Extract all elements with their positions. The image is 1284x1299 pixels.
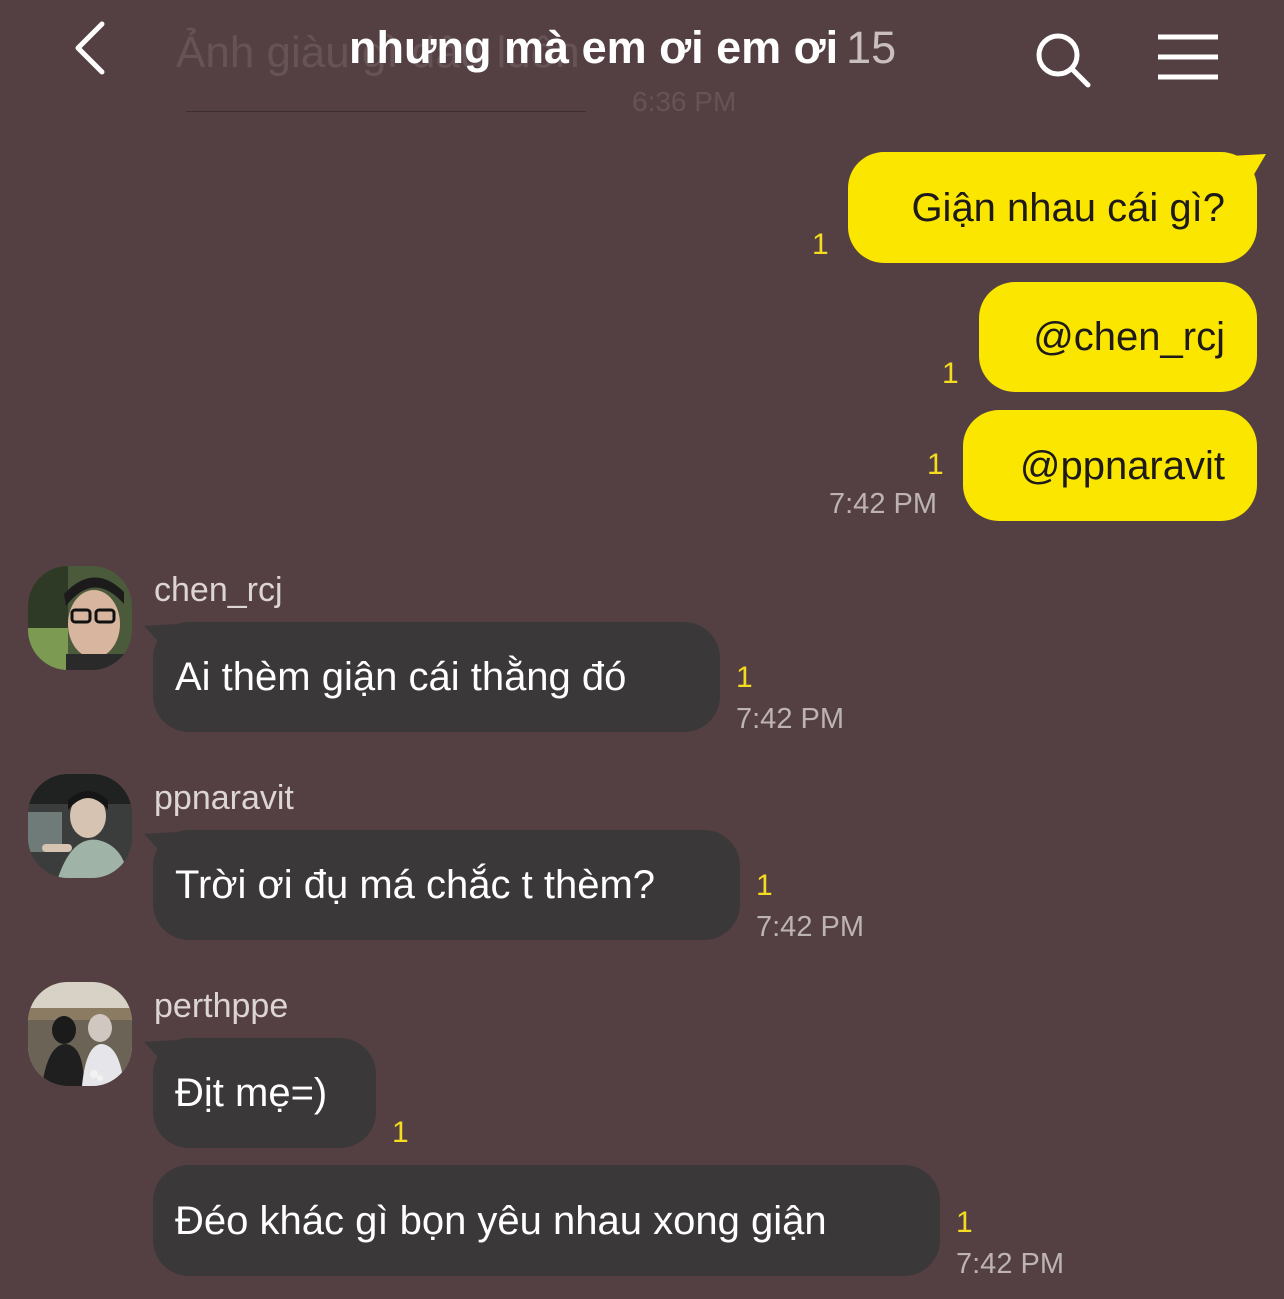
sender-name: chen_rcj bbox=[154, 571, 283, 609]
previous-message-time: 6:36 PM bbox=[632, 86, 737, 117]
message-text: Ai thèm giận cái thằng đó bbox=[175, 655, 627, 699]
unread-count: 1 bbox=[956, 1206, 973, 1239]
sender-name: perthppe bbox=[154, 987, 289, 1025]
chat-name: nhưng mà em ơi em ơi bbox=[349, 22, 839, 73]
my-message-bubble[interactable]: Giận nhau cái gì? bbox=[848, 152, 1257, 263]
message-time: 7:42 PM bbox=[829, 488, 937, 520]
message-time: 7:42 PM bbox=[956, 1248, 1064, 1280]
profile-photo-chen-rcj bbox=[28, 566, 132, 670]
unread-count: 1 bbox=[392, 1116, 409, 1149]
their-message-bubble[interactable]: Trời ơi đụ má chắc t thèm? bbox=[153, 830, 740, 940]
their-message-bubble[interactable]: Địt mẹ=) bbox=[153, 1038, 376, 1148]
message-text: Địt mẹ=) bbox=[175, 1071, 328, 1115]
sender-name: ppnaravit bbox=[154, 779, 294, 817]
my-message-text: Giận nhau cái gì? bbox=[911, 185, 1225, 230]
member-count: 15 bbox=[846, 22, 897, 73]
back-button[interactable] bbox=[60, 18, 120, 78]
unread-count: 1 bbox=[736, 661, 753, 694]
my-message-bubble[interactable]: @chen_rcj bbox=[979, 282, 1257, 392]
avatar-ppnaravit[interactable] bbox=[28, 774, 132, 878]
hamburger-menu-icon bbox=[1158, 34, 1218, 80]
search-button[interactable] bbox=[1030, 30, 1096, 90]
profile-photo-ppnaravit bbox=[28, 774, 132, 878]
their-message-bubble[interactable]: Đéo khác gì bọn yêu nhau xong giận bbox=[153, 1165, 940, 1276]
unread-count: 1 bbox=[927, 448, 944, 481]
mention-ppnaravit[interactable]: @ppnaravit bbox=[1020, 446, 1225, 486]
previous-message-divider bbox=[186, 111, 586, 112]
avatar-perthppe[interactable] bbox=[28, 982, 132, 1086]
my-message-bubble[interactable]: @ppnaravit bbox=[963, 410, 1257, 521]
chevron-left-icon bbox=[75, 21, 105, 75]
search-icon bbox=[1036, 33, 1091, 88]
avatar-chen-rcj[interactable] bbox=[28, 566, 132, 670]
message-time: 7:42 PM bbox=[736, 703, 844, 735]
their-message-bubble[interactable]: Ai thèm giận cái thằng đó bbox=[153, 622, 720, 732]
message-text: Đéo khác gì bọn yêu nhau xong giận bbox=[175, 1198, 827, 1243]
chat-title: nhưng mà em ơi em ơi 15 bbox=[349, 22, 896, 74]
message-text: Trời ơi đụ má chắc t thèm? bbox=[175, 863, 656, 907]
message-time: 7:42 PM bbox=[756, 911, 864, 943]
profile-photo-perthppe bbox=[28, 982, 132, 1086]
unread-count: 1 bbox=[756, 869, 773, 902]
mention-chen-rcj[interactable]: @chen_rcj bbox=[1033, 317, 1225, 357]
unread-count: 1 bbox=[942, 357, 959, 390]
menu-button[interactable] bbox=[1150, 28, 1226, 86]
unread-count: 1 bbox=[812, 228, 829, 261]
